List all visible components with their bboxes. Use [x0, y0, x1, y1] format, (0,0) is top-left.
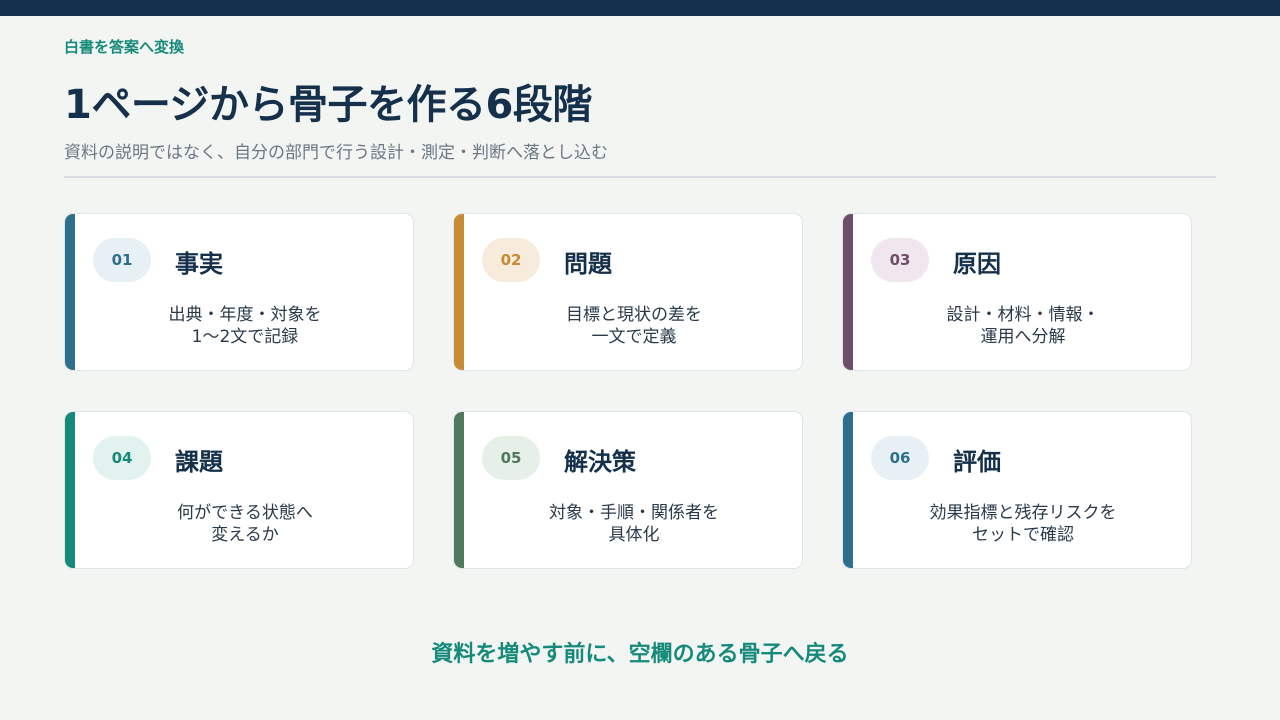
- top-bar: [0, 0, 1280, 16]
- card-accent-stripe: [454, 412, 464, 568]
- step-title: 原因: [953, 250, 1001, 278]
- step-description-line: 変えるか: [211, 525, 279, 545]
- step-card-03: 03 原因 設計・材料・情報・ 運用へ分解: [842, 213, 1192, 371]
- step-description-line: 一文で定義: [591, 327, 677, 347]
- step-description: 何ができる状態へ 変えるか: [75, 502, 413, 546]
- step-number-badge: 02: [482, 238, 540, 282]
- page-title: 1ページから骨子を作る6段階: [64, 82, 592, 128]
- step-description-line: 1〜2文で記録: [191, 327, 299, 347]
- step-title: 課題: [175, 448, 223, 476]
- page-subtitle: 資料の説明ではなく、自分の部門で行う設計・測定・判断へ落とし込む: [64, 143, 608, 163]
- step-description-line: 効果指標と残存リスクを: [929, 503, 1117, 523]
- step-card-01: 01 事実 出典・年度・対象を 1〜2文で記録: [64, 213, 414, 371]
- header-divider: [64, 176, 1216, 178]
- step-description-line: 具体化: [608, 525, 660, 545]
- step-description-line: 目標と現状の差を: [566, 305, 702, 325]
- step-description-line: セットで確認: [972, 525, 1074, 545]
- card-accent-stripe: [454, 214, 464, 370]
- step-number-badge: 03: [871, 238, 929, 282]
- step-description-line: 設計・材料・情報・: [946, 305, 1100, 325]
- step-description-line: 運用へ分解: [980, 327, 1066, 347]
- step-description-line: 対象・手順・関係者を: [549, 503, 719, 523]
- step-title: 評価: [953, 448, 1001, 476]
- step-description: 出典・年度・対象を 1〜2文で記録: [75, 304, 413, 348]
- step-description: 効果指標と残存リスクを セットで確認: [853, 502, 1191, 546]
- card-accent-stripe: [65, 214, 75, 370]
- card-accent-stripe: [843, 412, 853, 568]
- step-title: 事実: [175, 250, 223, 278]
- kicker-label: 白書を答案へ変換: [64, 38, 185, 56]
- card-accent-stripe: [843, 214, 853, 370]
- card-accent-stripe: [65, 412, 75, 568]
- step-number-badge: 05: [482, 436, 540, 480]
- step-number-badge: 06: [871, 436, 929, 480]
- step-number-badge: 04: [93, 436, 151, 480]
- step-description: 対象・手順・関係者を 具体化: [464, 502, 802, 546]
- step-description: 設計・材料・情報・ 運用へ分解: [853, 304, 1191, 348]
- step-card-02: 02 問題 目標と現状の差を 一文で定義: [453, 213, 803, 371]
- step-description-line: 何ができる状態へ: [177, 503, 313, 523]
- step-number-badge: 01: [93, 238, 151, 282]
- step-card-06: 06 評価 効果指標と残存リスクを セットで確認: [842, 411, 1192, 569]
- footer-message: 資料を増やす前に、空欄のある骨子へ戻る: [431, 642, 849, 667]
- step-description: 目標と現状の差を 一文で定義: [464, 304, 802, 348]
- step-description-line: 出典・年度・対象を: [168, 305, 322, 325]
- step-card-04: 04 課題 何ができる状態へ 変えるか: [64, 411, 414, 569]
- step-card-05: 05 解決策 対象・手順・関係者を 具体化: [453, 411, 803, 569]
- step-title: 解決策: [564, 448, 636, 476]
- step-title: 問題: [564, 250, 612, 278]
